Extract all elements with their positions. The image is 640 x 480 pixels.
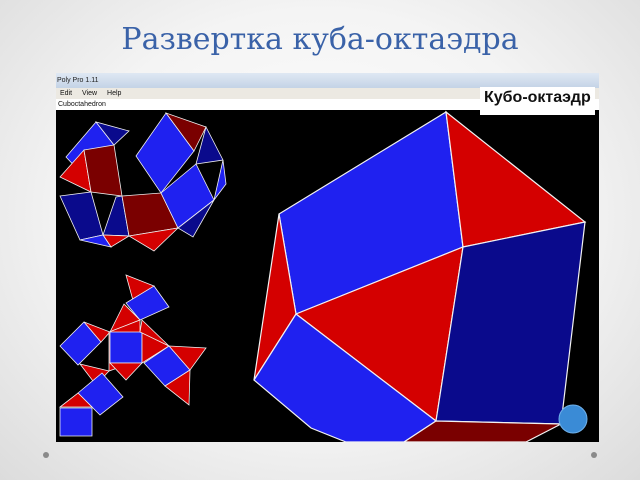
poly-pro-window[interactable]: Poly Pro 1.11 Edit View Help Cuboctahedr…: [56, 73, 599, 442]
sphere-icon[interactable]: [558, 404, 588, 434]
viewport-canvas[interactable]: [56, 110, 599, 442]
bullet-dot-icon: [591, 452, 597, 458]
polyhedron-name: Cuboctahedron: [58, 101, 106, 108]
small-cuboctahedron: [59, 112, 227, 252]
menu-help[interactable]: Help: [107, 90, 121, 97]
small-face: [59, 191, 104, 241]
window-title: Poly Pro 1.11: [57, 77, 99, 84]
large-cuboctahedron: [253, 110, 587, 442]
menu-view[interactable]: View: [82, 90, 97, 97]
net-square: [59, 407, 93, 437]
net-square: [109, 331, 143, 364]
menu-edit[interactable]: Edit: [60, 90, 72, 97]
bullet-dot-icon: [43, 452, 49, 458]
net-triangle: [109, 362, 143, 381]
slide-title: Развертка куба-октаэдра: [121, 22, 519, 57]
small-face: [213, 159, 227, 201]
window-titlebar[interactable]: Poly Pro 1.11: [56, 73, 599, 88]
cuboctahedron-net: [58, 274, 207, 437]
